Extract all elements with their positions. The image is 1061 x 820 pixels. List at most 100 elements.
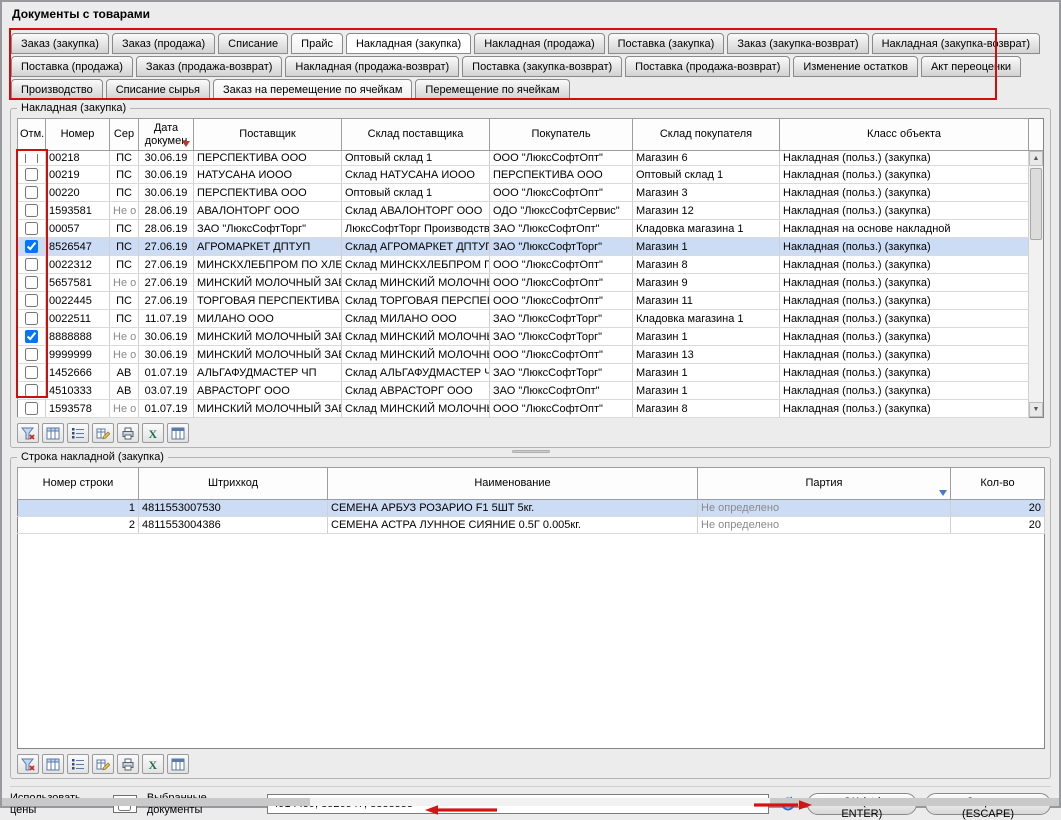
col-header-barcode[interactable]: Штрихкод <box>139 468 328 500</box>
print-button[interactable] <box>117 754 139 774</box>
invoice-row[interactable]: 8888888 Не о 30.06.19 МИНСКИЙ МОЛОЧНЫЙ З… <box>18 328 1029 346</box>
columns-button[interactable] <box>42 754 64 774</box>
row-select-checkbox[interactable] <box>25 402 38 415</box>
invoice-row[interactable]: 00057 ПС 28.06.19 ЗАО "ЛюксСофтТорг" Люк… <box>18 220 1029 238</box>
filter-button[interactable] <box>17 423 39 443</box>
filter-icon <box>21 427 35 440</box>
col-header-mark[interactable]: Отм. <box>18 119 46 151</box>
invoice-row[interactable]: 0022312 ПС 27.06.19 МИНСКХЛЕБПРОМ ПО ХЛЕ… <box>18 256 1029 274</box>
tab[interactable]: Накладная (продажа) <box>474 33 604 54</box>
row-select-checkbox[interactable] <box>25 330 38 343</box>
row-select-checkbox[interactable] <box>25 168 38 181</box>
invoice-row[interactable]: 00220 ПС 30.06.19 ПЕРСПЕКТИВА ООО Оптовы… <box>18 184 1029 202</box>
invoice-row[interactable]: 1593578 Не о 01.07.19 МИНСКИЙ МОЛОЧНЫЙ З… <box>18 400 1029 418</box>
tab[interactable]: Заказ (продажа) <box>112 33 215 54</box>
col-header-qty[interactable]: Кол-во <box>951 468 1045 500</box>
tab[interactable]: Поставка (закупка-возврат) <box>462 56 622 77</box>
edit-cells-button[interactable] <box>92 754 114 774</box>
cell-number: 0022312 <box>46 256 110 274</box>
excel-export-button[interactable]: X <box>142 754 164 774</box>
invoice-row[interactable]: 00219 ПС 30.06.19 НАТУСАНА ИООО Склад НА… <box>18 166 1029 184</box>
table-settings-button[interactable] <box>167 754 189 774</box>
row-select-checkbox[interactable] <box>25 186 38 199</box>
filter-button[interactable] <box>17 754 39 774</box>
col-header-name[interactable]: Наименование <box>328 468 698 500</box>
cell-series: Не о <box>110 400 139 418</box>
print-button[interactable] <box>117 423 139 443</box>
tab[interactable]: Производство <box>11 79 103 100</box>
cell-doc-date: 27.06.19 <box>139 256 194 274</box>
cell-number: 1593578 <box>46 400 110 418</box>
cell-mark <box>18 400 46 418</box>
tab[interactable]: Поставка (закупка) <box>608 33 725 54</box>
row-select-checkbox[interactable] <box>25 204 38 217</box>
tab[interactable]: Акт переоценки <box>921 56 1021 77</box>
cell-number: 8888888 <box>46 328 110 346</box>
cell-number: 4510333 <box>46 382 110 400</box>
columns-button[interactable] <box>42 423 64 443</box>
col-header-line-number[interactable]: Номер строки <box>18 468 139 500</box>
col-header-supplier[interactable]: Поставщик <box>194 119 342 151</box>
vertical-scrollbar[interactable]: ▲ ▼ <box>1029 118 1044 418</box>
scroll-up-button[interactable]: ▲ <box>1029 151 1043 166</box>
scroll-down-button[interactable]: ▼ <box>1029 402 1043 417</box>
line-row[interactable]: 1 4811553007530 СЕМЕНА АРБУЗ РОЗАРИО F1 … <box>18 500 1045 517</box>
row-select-checkbox[interactable] <box>25 154 38 163</box>
numbered-list-button[interactable] <box>67 423 89 443</box>
col-header-batch[interactable]: Партия <box>698 468 951 500</box>
line-row[interactable]: 2 4811553004386 СЕМЕНА АСТРА ЛУННОЕ СИЯН… <box>18 517 1045 534</box>
tab[interactable]: Поставка (продажа) <box>11 56 133 77</box>
invoice-row[interactable]: 9999999 Не о 30.06.19 МИНСКИЙ МОЛОЧНЫЙ З… <box>18 346 1029 364</box>
tab[interactable]: Списание <box>218 33 288 54</box>
row-select-checkbox[interactable] <box>25 384 38 397</box>
numbered-list-button[interactable] <box>67 754 89 774</box>
tab[interactable]: Заказ (закупка) <box>11 33 109 54</box>
col-header-batch-label: Партия <box>805 477 842 489</box>
tab[interactable]: Накладная (закупка-возврат) <box>872 33 1041 54</box>
checkbox-wrap <box>21 184 42 201</box>
invoice-row[interactable]: 1452666 АВ 01.07.19 АЛЬГАФУДМАСТЕР ЧП Ск… <box>18 364 1029 382</box>
edit-cells-button[interactable] <box>92 423 114 443</box>
cell-object-class: Накладная (польз.) (закупка) <box>780 382 1029 400</box>
scrollbar-thumb[interactable] <box>1030 168 1042 240</box>
row-select-checkbox[interactable] <box>25 240 38 253</box>
cell-name: СЕМЕНА АСТРА ЛУННОЕ СИЯНИЕ 0.5Г 0.005кг. <box>328 517 698 534</box>
col-header-buyer-warehouse[interactable]: Склад покупателя <box>633 119 780 151</box>
row-select-checkbox[interactable] <box>25 276 38 289</box>
tab[interactable]: Списание сырья <box>106 79 210 100</box>
invoice-row[interactable]: 1593581 Не о 28.06.19 АВАЛОНТОРГ ООО Скл… <box>18 202 1029 220</box>
col-header-number[interactable]: Номер <box>46 119 110 151</box>
cell-number: 00057 <box>46 220 110 238</box>
col-header-supplier-warehouse[interactable]: Склад поставщика <box>342 119 490 151</box>
table-settings-button[interactable] <box>167 423 189 443</box>
tab[interactable]: Поставка (продажа-возврат) <box>625 56 790 77</box>
invoice-row[interactable]: 0022445 ПС 27.06.19 ТОРГОВАЯ ПЕРСПЕКТИВА… <box>18 292 1029 310</box>
excel-export-button[interactable]: X <box>142 423 164 443</box>
invoice-row[interactable]: 00218 ПС 30.06.19 ПЕРСПЕКТИВА ООО Оптовы… <box>18 151 1029 166</box>
row-select-checkbox[interactable] <box>25 258 38 271</box>
splitter-grip[interactable] <box>512 450 550 453</box>
row-select-checkbox[interactable] <box>25 312 38 325</box>
row-select-checkbox[interactable] <box>25 366 38 379</box>
invoice-row[interactable]: 8526547 ПС 27.06.19 АГРОМАРКЕТ ДПТУП Скл… <box>18 238 1029 256</box>
scrollbar-track[interactable] <box>1029 166 1043 402</box>
row-select-checkbox[interactable] <box>25 348 38 361</box>
tab[interactable]: Накладная (закупка) <box>346 33 471 54</box>
col-header-object-class[interactable]: Класс объекта <box>780 119 1029 151</box>
cell-doc-date: 30.06.19 <box>139 328 194 346</box>
col-header-buyer[interactable]: Покупатель <box>490 119 633 151</box>
invoice-row[interactable]: 0022511 ПС 11.07.19 МИЛАНО ООО Склад МИЛ… <box>18 310 1029 328</box>
col-header-doc-date[interactable]: Дата докумен <box>139 119 194 151</box>
row-select-checkbox[interactable] <box>25 294 38 307</box>
col-header-series[interactable]: Сер <box>110 119 139 151</box>
tab[interactable]: Заказ (закупка-возврат) <box>727 33 868 54</box>
tab[interactable]: Изменение остатков <box>793 56 918 77</box>
invoice-row[interactable]: 5657581 Не о 27.06.19 МИНСКИЙ МОЛОЧНЫЙ З… <box>18 274 1029 292</box>
tab[interactable]: Заказ (продажа-возврат) <box>136 56 283 77</box>
tab[interactable]: Перемещение по ячейкам <box>415 79 569 100</box>
tab[interactable]: Накладная (продажа-возврат) <box>285 56 459 77</box>
tab[interactable]: Заказ на перемещение по ячейкам <box>213 79 412 100</box>
row-select-checkbox[interactable] <box>25 222 38 235</box>
tab[interactable]: Прайс <box>291 33 343 54</box>
invoice-row[interactable]: 4510333 АВ 03.07.19 АВРАСТОРГ ООО Склад … <box>18 382 1029 400</box>
